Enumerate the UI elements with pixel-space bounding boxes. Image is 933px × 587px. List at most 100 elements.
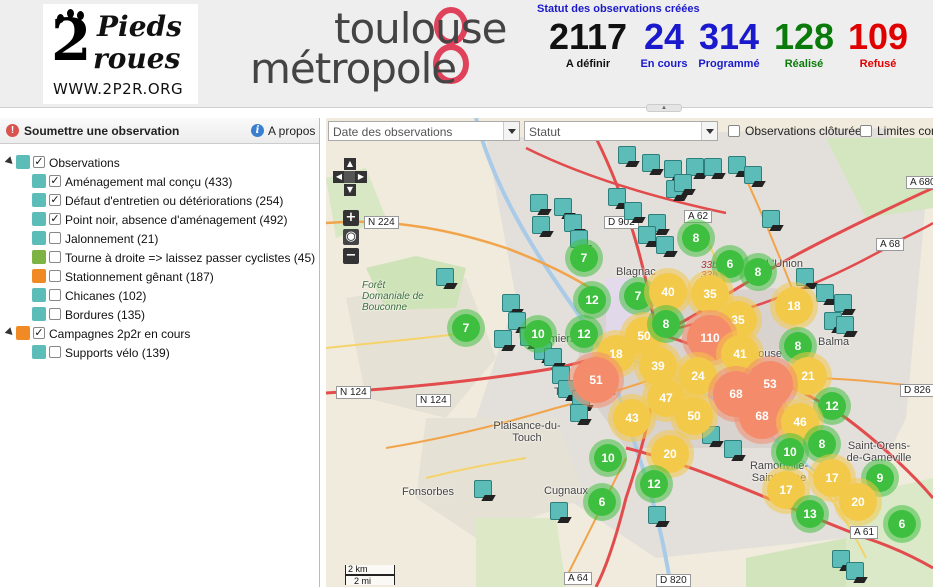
layer-row[interactable]: Stationnement gênant (187) — [32, 268, 310, 286]
observation-marker-icon[interactable] — [642, 154, 664, 176]
layer-checkbox[interactable]: ✓ — [49, 194, 61, 206]
observation-marker-icon[interactable] — [724, 440, 746, 462]
observation-marker-icon[interactable] — [816, 284, 838, 306]
zoom-in-button[interactable]: + — [343, 210, 359, 226]
observation-marker-icon[interactable] — [550, 502, 572, 524]
observation-marker-icon[interactable] — [648, 506, 670, 528]
observation-marker-icon[interactable] — [436, 268, 458, 290]
observation-marker-icon[interactable] — [638, 226, 660, 248]
marker-cluster[interactable]: 8 — [808, 430, 836, 458]
observation-marker-icon[interactable] — [656, 236, 678, 258]
observation-marker-icon[interactable] — [744, 166, 766, 188]
stat-value: 2117 — [548, 16, 628, 57]
marker-cluster[interactable]: 7 — [452, 314, 480, 342]
layer-row[interactable]: ✓ Campagnes 2p2r en cours — [4, 325, 310, 343]
layer-checkbox[interactable] — [49, 251, 61, 263]
layer-row[interactable]: Chicanes (102) — [32, 287, 310, 305]
layer-checkbox[interactable] — [49, 270, 61, 282]
observation-marker-icon[interactable] — [836, 316, 858, 338]
logo-toulouse-metropole[interactable]: toulouse métropole — [248, 4, 533, 94]
pan-down-button[interactable]: ▼ — [344, 184, 356, 196]
marker-cluster[interactable]: 40 — [649, 273, 687, 311]
layer-checkbox[interactable] — [49, 232, 61, 244]
logo-2p2r[interactable]: 2 Pieds roues WWW.2P2R.ORG — [43, 4, 198, 104]
info-icon[interactable]: i — [251, 124, 264, 137]
marker-cluster[interactable]: 8 — [784, 332, 812, 360]
marker-cluster[interactable]: 6 — [588, 488, 616, 516]
layer-row[interactable]: ✓ Défaut d'entretien ou détériorations (2… — [32, 192, 310, 210]
zoom-out-button[interactable]: − — [343, 248, 359, 264]
observation-marker-icon[interactable] — [570, 404, 592, 426]
status-filter-select[interactable]: Statut — [524, 121, 718, 141]
marker-cluster[interactable]: 8 — [652, 310, 680, 338]
marker-cluster[interactable]: 50 — [675, 397, 713, 435]
marker-cluster[interactable]: 8 — [744, 258, 772, 286]
observation-marker-icon[interactable] — [762, 210, 784, 232]
map-view[interactable]: 7 8 6 8 12 7 40 35 18 7 10 12 50 8 35 110 41 8 18 39 51 24 21 5… — [326, 118, 933, 587]
layer-checkbox[interactable] — [49, 289, 61, 301]
marker-cluster[interactable]: 12 — [578, 286, 606, 314]
layer-row[interactable]: ✓ Observations — [4, 154, 310, 172]
globe-icon[interactable]: ◉ — [343, 229, 359, 245]
marker-cluster[interactable]: 21 — [789, 357, 827, 395]
layer-checkbox[interactable]: ✓ — [49, 175, 61, 187]
marker-cluster[interactable]: 8 — [682, 224, 710, 252]
closed-observations-checkbox[interactable]: Observations clôturées — [728, 124, 868, 138]
checkbox-box[interactable] — [860, 125, 872, 137]
stat-realise[interactable]: 128 Réalisé — [768, 18, 840, 71]
marker-cluster[interactable]: 18 — [775, 287, 813, 325]
marker-cluster[interactable]: 10 — [776, 438, 804, 466]
marker-cluster[interactable]: 20 — [839, 483, 877, 521]
observation-marker-icon[interactable] — [494, 330, 516, 352]
observation-marker-icon[interactable] — [530, 194, 552, 216]
layer-row[interactable]: ✓ Point noir, absence d'aménagement (492) — [32, 211, 310, 229]
marker-cluster[interactable]: 43 — [613, 399, 651, 437]
marker-cluster[interactable]: 12 — [818, 392, 846, 420]
observation-marker-icon[interactable] — [674, 174, 696, 196]
layer-checkbox[interactable]: ✓ — [33, 156, 45, 168]
stat-programme[interactable]: 314 Programmé — [694, 18, 764, 71]
marker-cluster[interactable]: 7 — [624, 282, 652, 310]
layer-checkbox[interactable] — [49, 308, 61, 320]
expand-toggle-icon[interactable] — [4, 327, 16, 338]
marker-cluster[interactable]: 10 — [594, 444, 622, 472]
about-link[interactable]: A propos — [268, 124, 315, 138]
observation-marker-icon[interactable] — [618, 146, 640, 168]
collapse-header-handle[interactable]: ▲ — [646, 104, 682, 112]
marker-cluster[interactable]: 13 — [796, 500, 824, 528]
cluster-count: 46 — [793, 415, 807, 429]
marker-cluster[interactable]: 20 — [651, 435, 689, 473]
layer-row[interactable]: Jalonnement (21) — [32, 230, 310, 248]
layer-row[interactable]: Bordures (135) — [32, 306, 310, 324]
pan-up-button[interactable]: ▲ — [344, 158, 356, 170]
observation-marker-icon[interactable] — [704, 158, 726, 180]
marker-cluster[interactable]: 24 — [679, 357, 717, 395]
layer-checkbox[interactable] — [49, 346, 61, 358]
marker-cluster[interactable]: 7 — [570, 244, 598, 272]
pan-right-button[interactable]: ▶ — [355, 171, 367, 183]
observation-marker-icon[interactable] — [532, 216, 554, 238]
marker-cluster[interactable]: 6 — [716, 250, 744, 278]
layer-row[interactable]: Tourne à droite => laissez passer cyclis… — [32, 249, 315, 267]
observation-marker-icon[interactable] — [474, 480, 496, 502]
checkbox-box[interactable] — [728, 125, 740, 137]
stat-a-definir[interactable]: 2117 A définir — [544, 16, 632, 71]
layer-row[interactable]: Supports vélo (139) — [32, 344, 310, 362]
date-filter-select[interactable]: Date des observations — [328, 121, 520, 141]
layer-checkbox[interactable]: ✓ — [33, 327, 45, 339]
observation-marker-icon[interactable] — [624, 202, 646, 224]
marker-cluster[interactable]: 51 — [573, 357, 619, 403]
stat-refuse[interactable]: 109 Refusé — [842, 18, 914, 71]
limits-checkbox[interactable]: Limites com — [860, 124, 933, 138]
marker-cluster[interactable]: 6 — [888, 510, 916, 538]
marker-cluster[interactable]: 10 — [524, 320, 552, 348]
marker-cluster[interactable]: 68 — [739, 393, 785, 439]
layer-row[interactable]: ✓ Aménagement mal conçu (433) — [32, 173, 310, 191]
marker-cluster[interactable]: 12 — [570, 320, 598, 348]
observation-marker-icon[interactable] — [846, 562, 868, 584]
layer-checkbox[interactable]: ✓ — [49, 213, 61, 225]
marker-cluster[interactable]: 12 — [640, 470, 668, 498]
submit-observation-link[interactable]: Soumettre une observation — [24, 124, 179, 138]
stat-en-cours[interactable]: 24 En cours — [636, 18, 692, 71]
expand-toggle-icon[interactable] — [4, 156, 16, 167]
